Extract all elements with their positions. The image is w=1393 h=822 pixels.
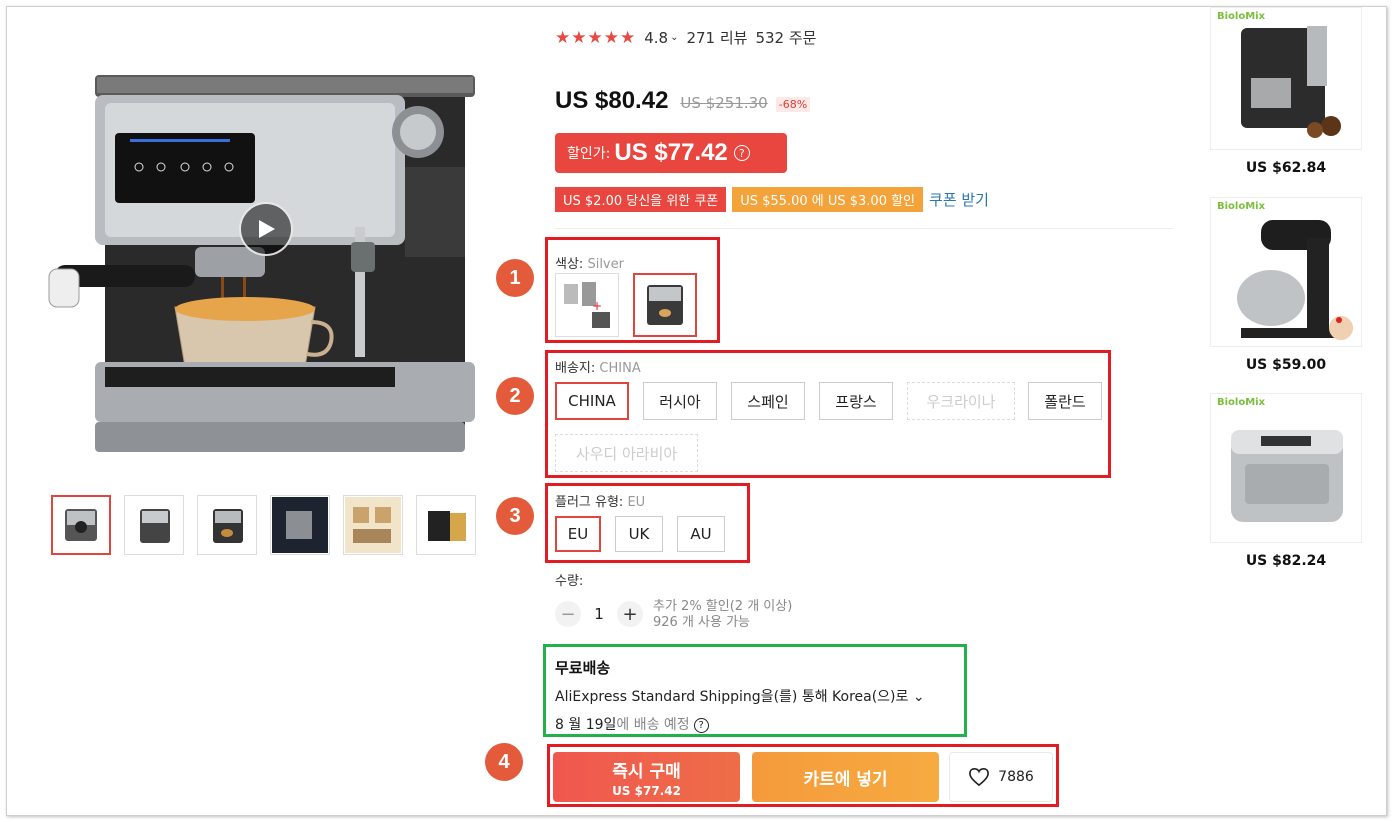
annotation-number-2: 2 [496,377,534,415]
rating-row: ★★★★★ 4.8 ⌄ 271 리뷰 532 주문 [555,27,824,48]
divider [555,228,1173,229]
discount-badge: -68% [775,97,811,112]
highlight-box-color [545,237,720,343]
recommendation-price: US $82.24 [1245,553,1327,569]
recommendation-image[interactable]: BioloMix [1210,197,1362,347]
coupon-row: US $2.00 당신을 위한 쿠폰 US $55.00 에 US $3.00 … [555,187,989,212]
play-video-button[interactable] [239,202,293,256]
quantity-note: 추가 2% 할인(2 개 이상) 926 개 사용 가능 [653,599,792,631]
stock-available-note: 926 개 사용 가능 [653,615,751,630]
highlight-box-ship-from [545,350,1111,478]
sale-price-label: 할인가: [567,146,611,162]
thumbnail-image [272,497,328,553]
annotation-number-1: 1 [496,259,534,297]
recommendation-brand: BioloMix [1217,397,1266,408]
thumbnail-3[interactable] [197,495,257,555]
quantity-label: 수량: [555,574,584,589]
review-count[interactable]: 271 리뷰 [686,27,747,48]
recommendation-brand: BioloMix [1217,11,1266,22]
thumbnail-4[interactable] [270,495,330,555]
recommendation-image[interactable]: BioloMix [1210,393,1362,543]
play-icon [259,220,275,238]
recommendation-item[interactable]: BioloMix US $62.84 [1210,7,1362,176]
recommendation-item[interactable]: BioloMix US $59.00 [1210,197,1362,373]
store-discount-badge: US $55.00 에 US $3.00 할인 [732,187,924,212]
page-frame: ★★★★★ 4.8 ⌄ 271 리뷰 532 주문 US $80.42 US $… [6,6,1387,816]
thumbnail-image [428,511,466,541]
annotation-number-3: 3 [496,497,534,535]
recommendation-price: US $62.84 [1245,160,1327,176]
bread-maker-illustration [1231,430,1343,522]
get-coupon-link[interactable]: 쿠폰 받기 [929,189,989,210]
recommendation-item[interactable]: BioloMix US $82.24 [1210,393,1362,569]
thumbnail-image [213,509,243,543]
current-price: US $80.42 [555,87,669,114]
espresso-machine-illustration [48,75,475,452]
quantity-increase-button[interactable]: + [617,601,643,627]
recommendation-price: US $59.00 [1245,357,1327,373]
help-icon[interactable]: ? [733,145,750,161]
sale-price-badge: 할인가: US $77.42 ? [555,133,787,173]
thumbnail-6[interactable] [416,495,476,555]
recommendation-brand: BioloMix [1217,201,1266,212]
capsule-coffee-machine-illustration [1241,26,1341,138]
price-row: US $80.42 US $251.30 -68% [555,87,811,115]
product-main-image[interactable] [35,37,485,477]
highlight-box-actions [547,744,1059,807]
order-count: 532 주문 [755,29,817,47]
bulk-discount-note: 추가 2% 할인(2 개 이상) [653,599,793,614]
thumbnail-image [65,509,97,541]
recommendation-image[interactable]: BioloMix [1210,7,1362,150]
coupon-badge: US $2.00 당신을 위한 쿠폰 [555,187,727,212]
stand-mixer-illustration [1237,220,1353,340]
thumbnail-image [345,497,401,553]
thumbnail-2[interactable] [124,495,184,555]
highlight-box-plug [545,483,750,563]
rating-stars: ★★★★★ [555,27,637,48]
annotation-number-4: 4 [485,743,523,781]
sale-price-value: US $77.42 [614,139,728,166]
thumbnail-image [140,509,170,543]
quantity-decrease-button[interactable]: − [555,601,581,627]
thumbnail-1[interactable] [51,495,111,555]
thumbnail-strip [51,495,476,555]
chevron-down-icon[interactable]: ⌄ [670,32,678,43]
thumbnail-5[interactable] [343,495,403,555]
quantity-input[interactable]: 1 [581,605,617,623]
quantity-stepper: − 1 + [555,601,643,627]
rating-score[interactable]: 4.8 [644,29,668,47]
highlight-box-shipping [543,644,967,737]
original-price: US $251.30 [680,94,768,112]
